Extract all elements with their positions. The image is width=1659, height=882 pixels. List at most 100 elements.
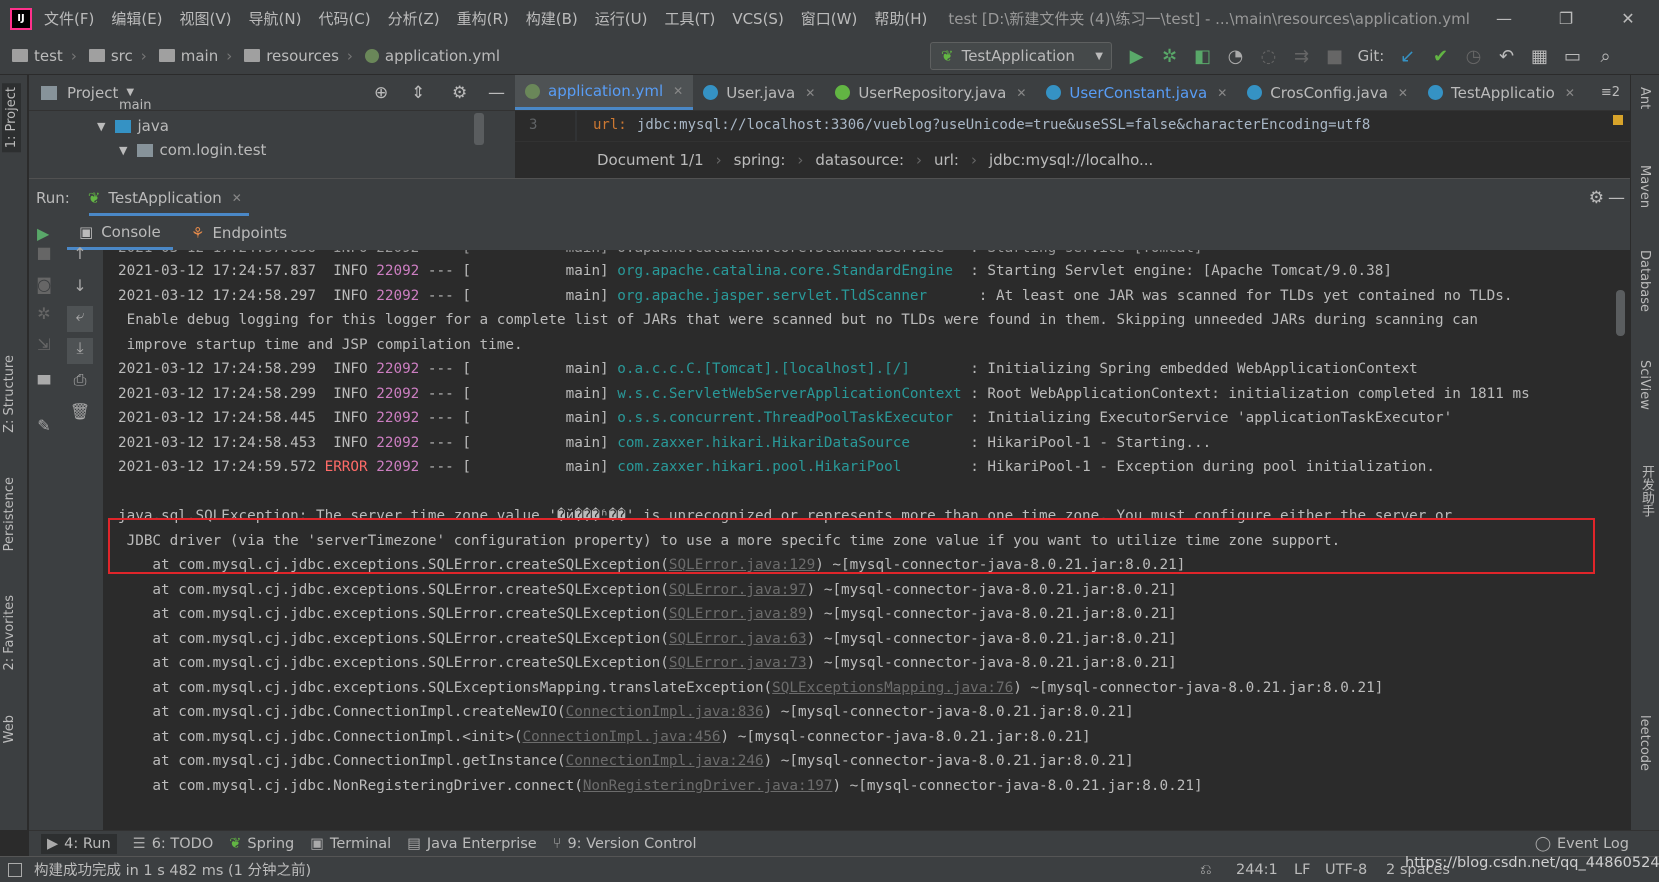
expand-arrow-icon[interactable]: ▼: [97, 120, 105, 133]
bottom-tab-java-enterprise[interactable]: ▤ Java Enterprise: [407, 836, 537, 852]
run-tab-testapplication[interactable]: TestApplication: [108, 189, 221, 207]
scroll-to-end-icon[interactable]: ⤓: [67, 338, 93, 364]
source-link[interactable]: ConnectionImpl.java:836: [566, 704, 764, 720]
toggle-tool-windows-icon[interactable]: [8, 863, 22, 877]
presentation-icon[interactable]: ▭: [1556, 46, 1589, 67]
breadcrumb-datasource[interactable]: datasource:: [815, 151, 904, 169]
caret-position[interactable]: 244:1: [1236, 862, 1278, 878]
breadcrumb-document[interactable]: Document 1/1: [597, 151, 704, 169]
console-scrollbar[interactable]: [1616, 290, 1625, 336]
close-icon[interactable]: ✕: [805, 86, 815, 100]
coverage-icon[interactable]: ◧: [1186, 46, 1219, 67]
pin-icon[interactable]: ✎: [31, 416, 57, 442]
breadcrumb-url[interactable]: url:: [934, 151, 959, 169]
close-icon[interactable]: ✕: [673, 84, 683, 98]
bottom-tab-todo[interactable]: ☰ 6: TODO: [133, 836, 214, 852]
git-history-icon[interactable]: ◷: [1457, 46, 1490, 67]
tool-tab-dev-helper[interactable]: 开发助手: [1637, 465, 1656, 517]
line-separator[interactable]: LF: [1294, 862, 1310, 878]
expand-arrow-icon[interactable]: ▼: [119, 144, 127, 157]
git-branch-icon[interactable]: ⎌: [1200, 862, 1212, 878]
minimize-button[interactable]: —: [1473, 0, 1535, 37]
rerun-icon[interactable]: ▶: [37, 224, 49, 243]
build-status-message[interactable]: 构建成功完成 in 1 s 482 ms (1 分钟之前): [34, 859, 311, 880]
trash-icon[interactable]: 🗑: [67, 402, 93, 428]
close-icon[interactable]: ✕: [1565, 86, 1575, 100]
menu-vcs[interactable]: VCS(S): [732, 10, 783, 28]
tab-userconstant-java[interactable]: UserConstant.java ✕: [1036, 75, 1237, 110]
run-configuration-select[interactable]: ❦ TestApplication ▼: [930, 42, 1112, 70]
stop-icon[interactable]: ■: [31, 243, 57, 269]
tab-userrepository-java[interactable]: UserRepository.java ✕: [825, 75, 1036, 110]
file-encoding[interactable]: UTF-8: [1325, 862, 1367, 878]
nav-crumb-resources[interactable]: resources ›: [244, 47, 353, 65]
nav-crumb-main[interactable]: main ›: [159, 47, 232, 65]
tab-user-java[interactable]: User.java ✕: [693, 75, 825, 110]
tab-overflow-menu[interactable]: ≡2: [1591, 75, 1630, 110]
tool-tab-sciview[interactable]: SciView: [1637, 360, 1652, 410]
source-link[interactable]: SQLExceptionsMapping.java:76: [772, 680, 1013, 696]
restore-layout-icon[interactable]: ⇲: [31, 335, 57, 361]
menu-view[interactable]: 视图(V): [180, 10, 232, 28]
source-link[interactable]: SQLError.java:89: [669, 606, 807, 622]
attach-icon[interactable]: ◌: [1252, 46, 1285, 67]
print-icon[interactable]: ⎙: [67, 370, 93, 396]
run-icon[interactable]: ▶: [1120, 46, 1153, 67]
gear-icon[interactable]: ⚙: [1589, 188, 1604, 208]
bottom-tab-version-control[interactable]: ⑂ 9: Version Control: [553, 836, 697, 852]
menu-build[interactable]: 构建(B): [526, 10, 578, 28]
menu-analyze[interactable]: 分析(Z): [388, 10, 440, 28]
gear-icon[interactable]: ⚙: [452, 83, 467, 103]
menu-help[interactable]: 帮助(H): [874, 10, 927, 28]
tool-tab-structure[interactable]: Z: Structure: [2, 355, 17, 433]
build-icon[interactable]: ⇉: [1285, 46, 1318, 67]
git-commit-icon[interactable]: ✔: [1424, 46, 1457, 67]
tree-item-package[interactable]: ▼ com.login.test: [119, 141, 266, 159]
menu-window[interactable]: 窗口(W): [801, 10, 858, 28]
project-panel-title[interactable]: Project: [67, 84, 118, 102]
tool-tab-ant[interactable]: Ant: [1637, 87, 1652, 109]
tool-tab-project[interactable]: 1: Project: [2, 83, 21, 152]
nav-crumb-file[interactable]: application.yml: [365, 47, 500, 65]
tab-testapplication-java[interactable]: TestApplicatio ✕: [1418, 75, 1585, 110]
debug-icon[interactable]: ✲: [1153, 46, 1186, 67]
source-link[interactable]: SQLError.java:63: [669, 631, 807, 647]
locate-icon[interactable]: ⊕: [374, 83, 388, 103]
arrow-down-icon[interactable]: ↓: [67, 276, 93, 302]
menu-navigate[interactable]: 导航(N): [249, 10, 302, 28]
collapse-all-icon[interactable]: ⇕: [411, 83, 425, 103]
project-structure-icon[interactable]: ▦: [1523, 46, 1556, 67]
tool-tab-persistence[interactable]: Persistence: [2, 477, 17, 551]
tool-tab-web[interactable]: Web: [2, 715, 17, 743]
tool-tab-maven[interactable]: Maven: [1637, 165, 1652, 208]
debug-icon[interactable]: ✲: [31, 304, 57, 330]
tab-application-yml[interactable]: application.yml ✕: [515, 75, 693, 110]
tab-crosconfig-java[interactable]: CrosConfig.java ✕: [1237, 75, 1418, 110]
layout-icon[interactable]: ▀: [31, 375, 57, 401]
source-link[interactable]: SQLError.java:97: [669, 582, 807, 598]
tab-endpoints[interactable]: ⚘ Endpoints: [179, 216, 299, 250]
project-scrollbar[interactable]: [474, 113, 484, 145]
search-icon[interactable]: ⌕: [1589, 46, 1622, 67]
event-log-button[interactable]: ◯ Event Log: [1535, 836, 1629, 852]
code-editor[interactable]: 3 url: jdbc:mysql://localhost:3306/vuebl…: [515, 111, 1630, 141]
close-icon[interactable]: ✕: [1016, 86, 1026, 100]
git-update-icon[interactable]: ↙: [1391, 46, 1424, 67]
breadcrumb-spring[interactable]: spring:: [734, 151, 786, 169]
arrow-up-icon[interactable]: ↑: [67, 244, 93, 270]
tool-tab-leetcode[interactable]: leetcode: [1637, 715, 1652, 771]
profile-icon[interactable]: ◔: [1219, 46, 1252, 67]
menu-edit[interactable]: 编辑(E): [111, 10, 162, 28]
menu-run[interactable]: 运行(U): [595, 10, 648, 28]
stop-icon[interactable]: ■: [1318, 46, 1351, 67]
tree-item-main[interactable]: main: [119, 97, 151, 113]
breadcrumb-value[interactable]: jdbc:mysql://localho...: [989, 151, 1153, 169]
tree-item-java[interactable]: ▼ java: [97, 117, 169, 135]
tool-tab-favorites[interactable]: 2: Favorites: [2, 595, 17, 671]
menu-code[interactable]: 代码(C): [318, 10, 370, 28]
camera-icon[interactable]: ◙: [31, 275, 57, 301]
source-link[interactable]: SQLError.java:73: [669, 655, 807, 671]
warning-marker-icon[interactable]: [1613, 115, 1623, 125]
nav-crumb-project[interactable]: test ›: [12, 47, 77, 65]
source-link[interactable]: NonRegisteringDriver.java:197: [583, 778, 833, 794]
